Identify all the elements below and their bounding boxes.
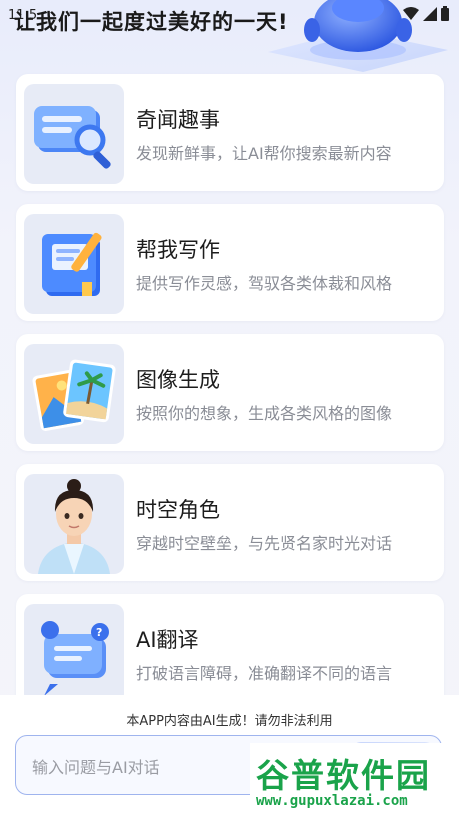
feature-card-news[interactable]: 奇闻趣事 发现新鲜事，让AI帮你搜索最新内容 (16, 74, 444, 191)
feature-card-translate[interactable]: ? AI翻译 打破语言障碍，准确翻译不同的语言 (16, 594, 444, 711)
watermark-text: 谷普软件园 (256, 756, 431, 795)
svg-text:?: ? (96, 626, 102, 639)
feature-list: 奇闻趣事 发现新鲜事，让AI帮你搜索最新内容 帮我写作 提供写作灵感，驾驭各类体… (16, 74, 444, 724)
card-description: 按照你的想象，生成各类风格的图像 (136, 404, 393, 423)
card-title: 图像生成 (136, 368, 220, 392)
notebook-pen-icon (24, 214, 124, 314)
ai-disclaimer: 本APP内容由AI生成！请勿非法利用 (126, 714, 333, 729)
card-title: 帮我写作 (136, 238, 220, 262)
card-title: 时空角色 (136, 498, 220, 522)
card-description: 穿越时空壁垒，与先贤名家时光对话 (136, 534, 393, 553)
feature-card-character[interactable]: 时空角色 穿越时空壁垒，与先贤名家时光对话 (16, 464, 444, 581)
card-title: 奇闻趣事 (136, 108, 220, 132)
photos-icon (24, 344, 124, 444)
chat-bubbles-icon: ? (24, 604, 124, 704)
feature-card-writing[interactable]: 帮我写作 提供写作灵感，驾驭各类体裁和风格 (16, 204, 444, 321)
page-headline: 让我们一起度过美好的一天! (14, 10, 289, 34)
watermark-url: www.gupuxlazai.com (256, 793, 408, 809)
search-news-icon (24, 84, 124, 184)
watermark: 谷普软件园 www.gupuxlazai.com (250, 743, 459, 817)
feature-card-image[interactable]: 图像生成 按照你的想象，生成各类风格的图像 (16, 334, 444, 451)
card-description: 打破语言障碍，准确翻译不同的语言 (136, 664, 393, 683)
card-title: AI翻译 (136, 628, 199, 652)
character-avatar (24, 474, 124, 574)
card-description: 提供写作灵感，驾驭各类体裁和风格 (136, 274, 393, 293)
chat-input[interactable] (30, 754, 264, 780)
card-description: 发现新鲜事，让AI帮你搜索最新内容 (136, 144, 392, 163)
